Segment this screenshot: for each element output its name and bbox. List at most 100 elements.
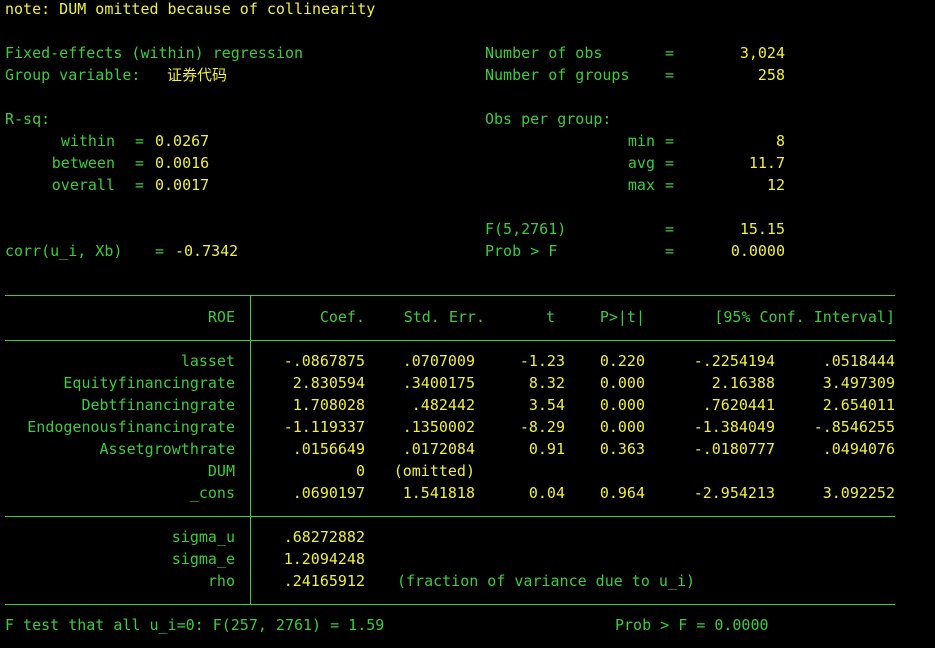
probf-value: 0.0000: [730, 242, 785, 260]
rsq-within-value: 0.0267: [155, 132, 210, 150]
table-bottom-rule: [5, 604, 895, 605]
row-pvalue: 0.964: [599, 484, 645, 502]
row-stderr: .0707009: [402, 352, 475, 370]
ftest-value: 15.15: [739, 220, 785, 238]
table-header-rule: [5, 340, 895, 341]
rsq-between-eq: =: [135, 154, 145, 172]
row-var-name: Assetgrowthrate: [99, 440, 235, 458]
rsq-within-label: within: [60, 132, 115, 150]
col-t: t: [545, 308, 555, 326]
row-ci-low: 2.16388: [711, 374, 775, 392]
row-coef: .0156649: [292, 440, 365, 458]
row-var-name: Debtfinancingrate: [81, 396, 235, 414]
sigma-e-label: sigma_e: [171, 550, 235, 568]
sigma-u-value: .68272882: [283, 528, 365, 546]
row-stderr: .1350002: [402, 418, 475, 436]
rho-label: rho: [207, 572, 235, 590]
row-pvalue: 0.000: [599, 396, 645, 414]
col-conf-interval: [95% Conf. Interval]: [714, 308, 895, 326]
table-top-rule: [5, 295, 895, 296]
corr-eq: =: [155, 242, 165, 260]
obs-min-value: 8: [775, 132, 785, 150]
rsq-label: R-sq:: [5, 110, 51, 128]
row-ci-high: -.8546255: [813, 418, 895, 436]
obs-max-label: max: [627, 176, 655, 194]
ftest-eq: =: [665, 220, 675, 238]
row-ci-low: .7620441: [702, 396, 775, 414]
row-stderr-omitted: (omitted): [393, 462, 475, 480]
ngroups-value: 258: [757, 66, 785, 84]
table-sigma-rule: [5, 516, 895, 517]
row-var-name: Endogenousfinancingrate: [27, 418, 235, 436]
row-coef: 2.830594: [292, 374, 365, 392]
row-var-name: DUM: [207, 462, 235, 480]
obs-max-value: 12: [766, 176, 785, 194]
row-var-name: Equityfinancingrate: [63, 374, 235, 392]
obs-avg-eq: =: [665, 154, 675, 172]
group-variable-value: 证券代码: [167, 66, 228, 84]
row-ci-high: 3.092252: [822, 484, 895, 502]
stata-results-window: note: DUM omitted because of collinearit…: [0, 0, 935, 648]
sigma-e-value: 1.2094248: [283, 550, 365, 568]
row-stderr: .0172084: [402, 440, 475, 458]
collinearity-note: note: DUM omitted because of collinearit…: [5, 0, 376, 18]
row-ci-high: .0518444: [822, 352, 895, 370]
obs-avg-value: 11.7: [748, 154, 785, 172]
ftest-ui-line: F test that all u_i=0: F(257, 2761) = 1.…: [5, 616, 385, 634]
probf-eq: =: [665, 242, 675, 260]
row-stderr: 1.541818: [402, 484, 475, 502]
col-coef: Coef.: [319, 308, 365, 326]
row-pvalue: 0.220: [599, 352, 645, 370]
row-ci-high: .0494076: [822, 440, 895, 458]
row-var-name: lasset: [180, 352, 235, 370]
obs-max-eq: =: [665, 176, 675, 194]
row-ci-low: -1.384049: [693, 418, 775, 436]
row-stderr: .482442: [411, 396, 475, 414]
ftest-ui-probf: Prob > F = 0.0000: [615, 616, 769, 634]
group-variable-label: Group variable:: [5, 66, 141, 84]
row-coef: -1.119337: [283, 418, 365, 436]
row-ci-low: -.2254194: [693, 352, 775, 370]
row-ci-high: 2.654011: [822, 396, 895, 414]
row-t: 0.91: [528, 440, 565, 458]
sigma-u-label: sigma_u: [171, 528, 235, 546]
obs-min-eq: =: [665, 132, 675, 150]
nobs-label: Number of obs: [485, 44, 603, 62]
corr-label: corr(u_i, Xb): [5, 242, 123, 260]
row-var-name: _cons: [189, 484, 235, 502]
rho-note: (fraction of variance due to u_i): [397, 572, 696, 590]
obs-per-group-label: Obs per group:: [485, 110, 612, 128]
row-ci-low: -2.954213: [693, 484, 775, 502]
row-pvalue: 0.363: [599, 440, 645, 458]
nobs-eq: =: [665, 44, 675, 62]
depvar-label: ROE: [207, 308, 235, 326]
obs-avg-label: avg: [627, 154, 655, 172]
probf-label: Prob > F: [485, 242, 558, 260]
row-t: 0.04: [528, 484, 565, 502]
row-coef: 0: [355, 462, 365, 480]
row-ci-high: 3.497309: [822, 374, 895, 392]
row-t: 3.54: [528, 396, 565, 414]
table-separator: [250, 295, 251, 605]
col-pvalue: P>|t|: [599, 308, 645, 326]
ngroups-label: Number of groups: [485, 66, 630, 84]
regression-title: Fixed-effects (within) regression: [5, 44, 304, 62]
row-stderr: .3400175: [402, 374, 475, 392]
row-t: -8.29: [519, 418, 565, 436]
row-pvalue: 0.000: [599, 418, 645, 436]
row-coef: 1.708028: [292, 396, 365, 414]
rsq-overall-eq: =: [135, 176, 145, 194]
corr-value: -0.7342: [175, 242, 239, 260]
ngroups-eq: =: [665, 66, 675, 84]
row-coef: -.0867875: [283, 352, 365, 370]
rsq-within-eq: =: [135, 132, 145, 150]
rsq-between-value: 0.0016: [155, 154, 210, 172]
row-pvalue: 0.000: [599, 374, 645, 392]
rsq-overall-label: overall: [51, 176, 115, 194]
col-stderr: Std. Err.: [403, 308, 485, 326]
nobs-value: 3,024: [739, 44, 785, 62]
row-t: -1.23: [519, 352, 565, 370]
row-t: 8.32: [528, 374, 565, 392]
rsq-overall-value: 0.0017: [155, 176, 210, 194]
ftest-label: F(5,2761): [485, 220, 567, 238]
